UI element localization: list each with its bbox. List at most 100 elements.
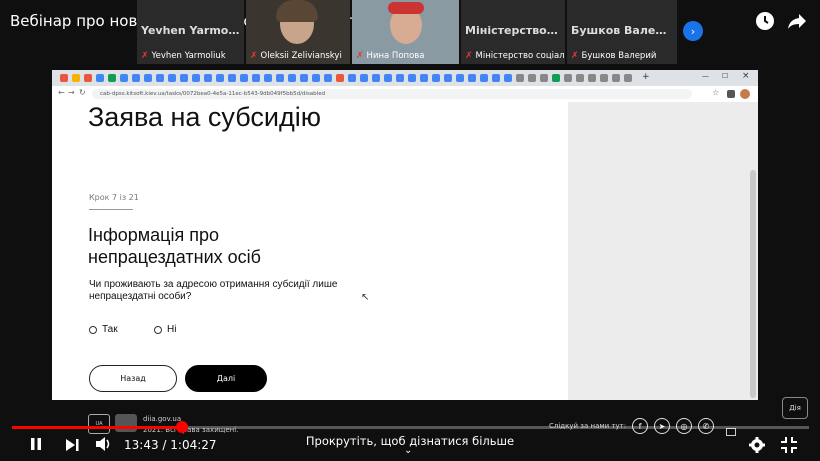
tab-favicon-icon[interactable]	[300, 74, 308, 82]
footer-site-link[interactable]: diia.gov.ua	[143, 415, 181, 423]
tab-favicon-icon[interactable]	[468, 74, 476, 82]
tab-favicon-icon[interactable]	[492, 74, 500, 82]
tab-favicon-icon[interactable]	[528, 74, 536, 82]
page-title: Заява на субсидію	[88, 102, 321, 132]
tab-favicon-icon[interactable]	[384, 74, 392, 82]
share-icon[interactable]	[786, 10, 808, 32]
tab-favicon-icon[interactable]	[624, 74, 632, 82]
mic-muted-icon: ✗	[250, 51, 258, 61]
next-button[interactable]: Далі	[185, 365, 267, 392]
tab-favicon-icon[interactable]	[228, 74, 236, 82]
tab-favicon-icon[interactable]	[288, 74, 296, 82]
tab-favicon-icon[interactable]	[456, 74, 464, 82]
tab-favicon-icon[interactable]	[168, 74, 176, 82]
url-field[interactable]: cab-dpss.kitsoft.kiev.ua/tasks/0072bea0-…	[92, 89, 692, 99]
chevron-down-icon[interactable]: ⌄	[404, 445, 412, 456]
participant-label: ✗ Нина Попова	[356, 51, 425, 61]
tab-favicon-icon[interactable]	[324, 74, 332, 82]
exit-fullscreen-icon[interactable]	[780, 436, 798, 454]
progress-fill[interactable]	[12, 426, 182, 429]
tab-favicon-icon[interactable]	[564, 74, 572, 82]
radio-no[interactable]: Ні	[154, 324, 176, 335]
tab-favicon-icon[interactable]	[612, 74, 620, 82]
radio-circle[interactable]	[89, 325, 97, 334]
tab-favicon-icon[interactable]	[144, 74, 152, 82]
tab-favicon-icon[interactable]	[348, 74, 356, 82]
back-arrow-icon[interactable]: ←	[58, 88, 65, 97]
participant-label: ✗Міністерство соціаль...	[465, 51, 565, 61]
tab-favicon-icon[interactable]	[576, 74, 584, 82]
tab-favicon-icon[interactable]	[204, 74, 212, 82]
tab-favicon-icon[interactable]	[600, 74, 608, 82]
radio-label: Ні	[167, 324, 177, 335]
step-indicator: Крок 7 із 21	[89, 193, 139, 202]
tab-favicon-icon[interactable]	[180, 74, 188, 82]
new-tab-icon[interactable]: +	[642, 72, 650, 82]
tab-favicon-icon[interactable]	[120, 74, 128, 82]
tab-favicon-icon[interactable]	[276, 74, 284, 82]
tab-favicon-icon[interactable]	[432, 74, 440, 82]
maximize-icon[interactable]: ☐	[722, 72, 728, 80]
tab-favicon-icon[interactable]	[216, 74, 224, 82]
step-divider	[89, 209, 133, 210]
tab-favicon-icon[interactable]	[336, 74, 344, 82]
settings-gear-icon[interactable]	[748, 436, 766, 454]
tab-favicon-icon[interactable]	[84, 74, 92, 82]
next-participants-button[interactable]: ›	[683, 21, 703, 41]
tab-favicon-icon[interactable]	[552, 74, 560, 82]
tab-favicon-icon[interactable]	[60, 74, 68, 82]
tab-favicon-icon[interactable]	[312, 74, 320, 82]
tab-favicon-icon[interactable]	[480, 74, 488, 82]
minimize-icon[interactable]: —	[702, 72, 709, 80]
tab-favicon-icon[interactable]	[96, 74, 104, 82]
tab-favicon-icon[interactable]	[360, 74, 368, 82]
section-title: Інформація про непрацездатних осіб	[88, 224, 261, 268]
tab-favicon-icon[interactable]	[156, 74, 164, 82]
mic-muted-icon: ✗	[465, 51, 473, 61]
tab-favicon-icon[interactable]	[192, 74, 200, 82]
tab-favicon-icon[interactable]	[408, 74, 416, 82]
question-text: Чи проживають за адресою отримання субси…	[89, 279, 389, 303]
tab-favicon-icon[interactable]	[420, 74, 428, 82]
diia-corner-badge[interactable]: Дія	[782, 397, 808, 419]
participant-label: ✗ Oleksii Zelivianskyi	[250, 51, 342, 61]
participant-video-hair	[276, 0, 318, 22]
extensions-icon[interactable]	[727, 90, 735, 98]
side-panel	[568, 102, 758, 400]
participant-label: ✗ Yevhen Yarmoliuk	[141, 51, 226, 61]
participant-name: Yevhen Yarmoliuk	[151, 51, 226, 61]
participant-name: Міністерство соціаль...	[475, 51, 565, 61]
page-scrollbar[interactable]	[750, 170, 756, 398]
tab-favicon-icon[interactable]	[504, 74, 512, 82]
tab-favicon-icon[interactable]	[132, 74, 140, 82]
tab-favicon-icon[interactable]	[108, 74, 116, 82]
diia-logo-icon: UA	[88, 414, 110, 434]
browser-tab-strip[interactable]: + — ☐ ×	[52, 70, 758, 86]
mic-muted-icon: ✗	[571, 51, 579, 61]
radio-circle[interactable]	[154, 325, 162, 334]
radio-yes[interactable]: Так	[89, 324, 118, 335]
watch-later-icon[interactable]	[754, 10, 776, 32]
tab-favicon-icon[interactable]	[252, 74, 260, 82]
tab-favicon-icon[interactable]	[240, 74, 248, 82]
diia-brand-icon	[115, 414, 137, 432]
tab-favicon-icon[interactable]	[588, 74, 596, 82]
profile-avatar[interactable]	[740, 89, 750, 99]
tab-favicon-icon[interactable]	[396, 74, 404, 82]
bookmark-star-icon[interactable]: ☆	[712, 88, 719, 97]
reload-icon[interactable]: ↻	[79, 88, 86, 97]
participant-big-name: Yevhen Yarmoliuk	[141, 24, 240, 37]
tab-favicon-icon[interactable]	[444, 74, 452, 82]
close-icon[interactable]: ×	[742, 71, 750, 81]
tab-favicon-icon[interactable]	[540, 74, 548, 82]
tab-favicon-icon[interactable]	[372, 74, 380, 82]
progress-scrubber[interactable]	[175, 421, 188, 433]
question-line: непрацездатні особи?	[89, 291, 192, 302]
participant-tile: Міністерство с... ✗Міністерство соціаль.…	[461, 0, 565, 64]
tab-favicon-icon[interactable]	[516, 74, 524, 82]
tab-favicon-icon[interactable]	[264, 74, 272, 82]
forward-arrow-icon[interactable]: →	[68, 88, 75, 97]
tab-favicon-icon[interactable]	[72, 74, 80, 82]
section-title-line: Інформація про	[88, 225, 219, 245]
back-button[interactable]: Назад	[89, 365, 177, 392]
